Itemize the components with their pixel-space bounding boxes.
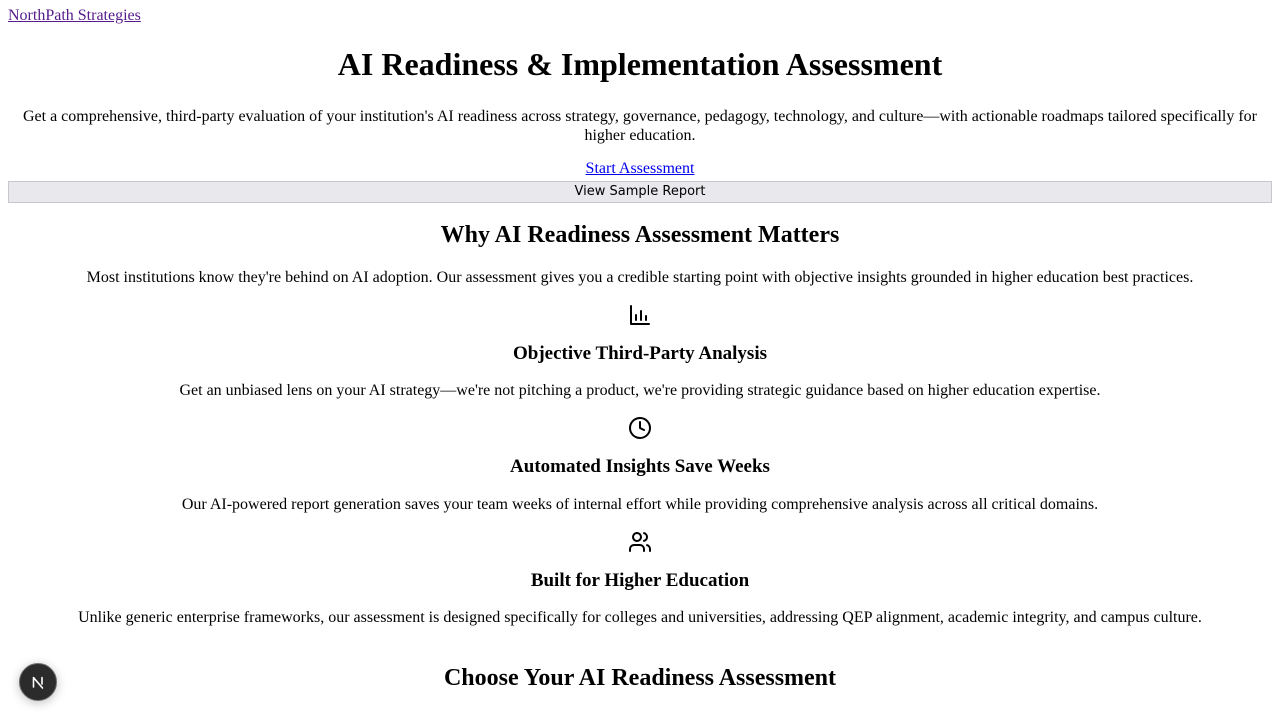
- feature-title: Built for Higher Education: [530, 570, 750, 591]
- brand-link[interactable]: NorthPath Strategies: [8, 7, 141, 25]
- why-intro: Most institutions know they're behind on…: [86, 269, 1194, 286]
- feature-title: Objective Third-Party Analysis: [512, 343, 768, 364]
- hero-title: AI Readiness & Implementation Assessment: [337, 46, 943, 82]
- feature-text: Get an unbiased lens on your AI strategy…: [179, 382, 1101, 399]
- feature-icon-wrap: [8, 303, 1272, 327]
- clock-icon: [629, 417, 651, 439]
- nextjs-n-icon: [32, 676, 44, 689]
- bar-chart-icon: [630, 305, 650, 325]
- start-assessment-link[interactable]: Start Assessment: [586, 160, 695, 177]
- why-heading: Why AI Readiness Assessment Matters: [440, 222, 840, 248]
- start-assessment-wrap: Start Assessment: [8, 160, 1272, 178]
- feature-text: Unlike generic enterprise frameworks, ou…: [78, 609, 1202, 626]
- dev-tools-badge[interactable]: [19, 663, 57, 701]
- feature-title: Automated Insights Save Weeks: [510, 456, 770, 477]
- page: NorthPath Strategies AI Readiness & Impl…: [0, 0, 1280, 692]
- hero-subtitle: Get a comprehensive, third-party evaluat…: [22, 108, 1258, 144]
- feature-icon-wrap: [8, 530, 1272, 554]
- view-sample-report-button[interactable]: View Sample Report: [8, 181, 1272, 203]
- feature-icon-wrap: [8, 416, 1272, 440]
- users-icon: [629, 532, 651, 552]
- choose-heading: Choose Your AI Readiness Assessment: [443, 665, 837, 691]
- feature-text: Our AI-powered report generation saves y…: [181, 496, 1099, 513]
